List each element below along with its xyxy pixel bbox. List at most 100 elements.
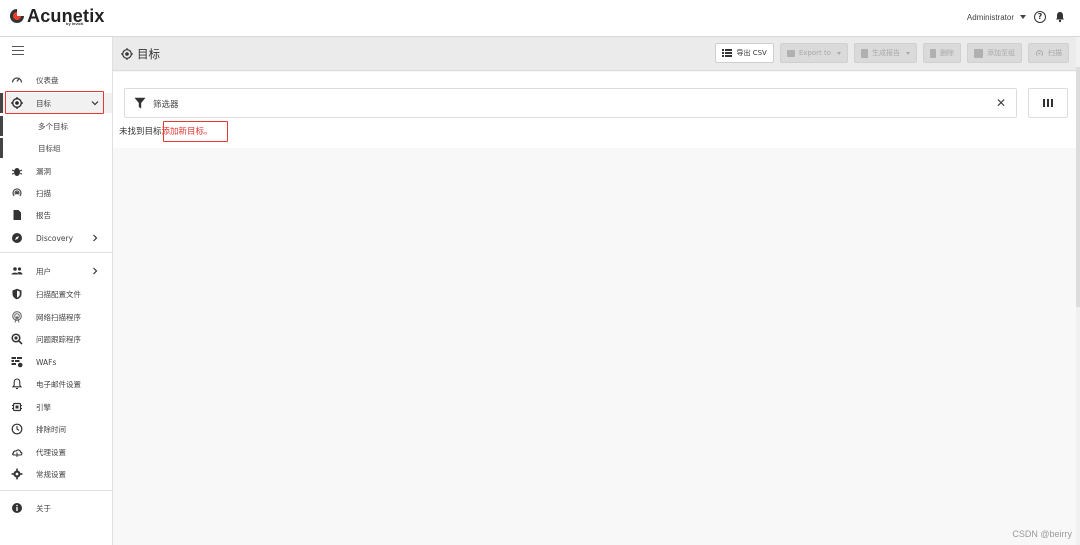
cpu-icon [12,402,22,412]
sidebar-item-proxy-settings[interactable]: 代理设置 [0,442,112,462]
trash-icon [930,48,936,58]
add-to-group-label: 添加至组 [987,49,1015,57]
sidebar-item-label: 关于 [36,503,51,513]
sidebar-item-network-scanner[interactable]: 网络扫描程序 [0,307,112,327]
sidebar-item-email-settings[interactable]: 电子邮件设置 [0,374,112,394]
menu-icon[interactable] [12,46,24,55]
list-icon [722,49,733,57]
sidebar-item-general-settings[interactable]: 常规设置 [0,464,112,484]
export-csv-label: 导出 CSV [736,49,767,57]
scan-icon [1036,49,1043,56]
chevron-right-icon[interactable] [91,267,99,275]
generate-report-button[interactable]: 生成报告 [854,43,917,63]
compass-icon [12,233,22,243]
sidebar-item-target-groups[interactable]: 目标组 [0,138,112,158]
top-bar: Acunetix by Invicti Administrator ? [0,0,1080,37]
bell-icon[interactable] [1054,11,1066,23]
caret-down-icon [906,51,910,55]
sidebar-item-label: 漏洞 [36,166,51,176]
acunetix-logo-icon [10,8,25,23]
page-title-text: 目标 [137,47,160,61]
add-box-icon [974,48,983,58]
sidebar-item-label: 电子邮件设置 [36,379,81,389]
scan-button[interactable]: 扫描 [1028,43,1069,63]
sidebar-item-label: 引擎 [36,402,51,412]
export-to-button[interactable]: Export to [779,43,848,63]
sidebar-divider [0,490,112,491]
delete-button[interactable]: 删除 [923,43,961,63]
sidebar-item-dashboard[interactable]: 仪表盘 [0,70,112,90]
scan-label: 扫描 [1048,49,1062,57]
close-icon[interactable]: ✕ [996,96,1006,110]
export-csv-button[interactable]: 导出 CSV [715,43,774,63]
scan-icon [12,188,22,197]
bell-icon [11,378,23,390]
user-menu[interactable]: Administrator [967,13,1014,22]
filter-bar[interactable]: 筛选器 ✕ [124,88,1017,118]
chevron-right-icon[interactable] [91,234,99,242]
scrollbar[interactable] [1076,37,1080,545]
sidebar-divider [0,252,112,253]
firewall-icon [11,357,23,368]
file-icon [861,48,868,58]
watermark: CSDN @beirry [1012,529,1072,539]
sidebar-item-label: 扫描 [36,188,51,198]
help-icon[interactable]: ? [1034,11,1046,23]
filter-label: 筛选器 [153,100,179,110]
sidebar-item-excluded-hours[interactable]: 排除时间 [0,419,112,439]
add-to-group-button[interactable]: 添加至组 [967,43,1022,63]
sidebar-item-label: 网络扫描程序 [36,312,81,322]
page-header: 目标 导出 CSV Export to 生成报告 删除 添加至组 扫描 [113,37,1080,71]
main-content: 目标 导出 CSV Export to 生成报告 删除 添加至组 扫描 筛选器 … [113,37,1080,545]
sidebar-item-multiple-targets[interactable]: 多个目标 [0,116,112,136]
toolbar: 导出 CSV Export to 生成报告 删除 添加至组 扫描 [715,43,1069,63]
scrollbar-thumb[interactable] [1076,67,1080,307]
sidebar-item-scans[interactable]: 扫描 [0,183,112,203]
highlight-box-targets [5,91,104,114]
sidebar-item-label: WAFs [36,357,57,367]
briefcase-icon [786,49,795,57]
filter-icon [134,97,146,109]
gear-icon [11,468,23,480]
sidebar-item-label: 扫描配置文件 [36,289,81,299]
highlight-box-add-target [163,121,228,142]
sidebar-item-label: 目标组 [38,143,61,153]
user-area: Administrator ? [967,11,1066,23]
sidebar-item-discovery[interactable]: Discovery [0,228,112,248]
gauge-icon [11,77,23,83]
sidebar-item-label: 报告 [36,210,51,220]
sidebar-item-label: 仪表盘 [36,75,59,85]
target-icon [121,48,133,60]
clock-icon [11,423,23,435]
sidebar-item-scan-profiles[interactable]: 扫描配置文件 [0,284,112,304]
acunetix-logo[interactable]: Acunetix [10,6,105,26]
content-area: 筛选器 ✕ 未找到目标 添加新目标。 [113,72,1080,148]
sidebar-item-label: 多个目标 [38,121,68,131]
not-found-text: 未找到目标 [119,127,162,137]
sidebar-item-reports[interactable]: 报告 [0,205,112,225]
columns-button[interactable] [1028,88,1068,118]
sidebar-item-engines[interactable]: 引擎 [0,397,112,417]
report-icon [13,210,21,220]
export-to-label: Export to [798,49,831,57]
sidebar-item-label: 排除时间 [36,424,66,434]
chevron-down-icon[interactable] [1020,15,1026,19]
caret-down-icon [837,51,841,55]
logo-subtitle: by Invicti [66,21,84,26]
sidebar: 仪表盘 目标 多个目标 目标组 漏洞 扫描 报告 Discovery 用户 扫描… [0,37,113,545]
bug-icon [11,168,23,176]
page-title: 目标 [121,46,160,62]
sidebar-item-wafs[interactable]: WAFs [0,352,112,372]
sidebar-item-users[interactable]: 用户 [0,261,112,281]
cloud-icon [12,449,23,457]
network-scan-icon [12,311,22,323]
sidebar-item-issue-trackers[interactable]: 问题跟踪程序 [0,329,112,349]
generate-report-label: 生成报告 [872,49,900,57]
columns-icon [1043,99,1046,107]
sidebar-item-about[interactable]: 关于 [0,498,112,518]
sidebar-item-vulnerabilities[interactable]: 漏洞 [0,161,112,181]
delete-label: 删除 [940,49,954,57]
info-icon [12,503,22,513]
shield-icon [12,288,22,300]
sidebar-item-label: 常规设置 [36,469,66,479]
